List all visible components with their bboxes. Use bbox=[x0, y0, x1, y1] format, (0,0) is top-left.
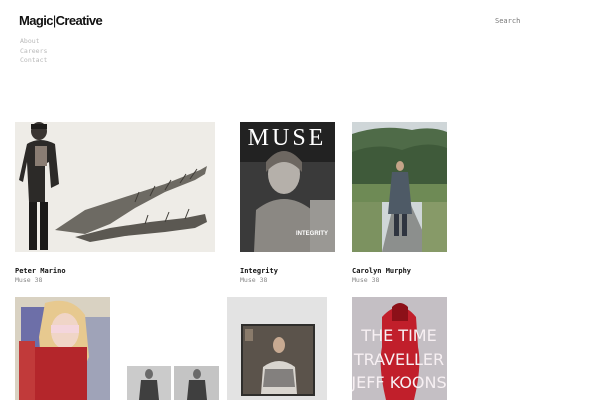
tile-subtitle: Muse 38 bbox=[15, 276, 43, 284]
portfolio-tile-integrity[interactable]: MUSE INTEGRITY bbox=[240, 122, 335, 252]
cover-masthead: MUSE bbox=[248, 125, 327, 151]
portfolio-tile-prints[interactable] bbox=[127, 366, 219, 400]
nav-link-about[interactable]: About bbox=[20, 37, 47, 47]
tile-image bbox=[227, 297, 327, 400]
main-nav: About Careers Contact bbox=[20, 37, 47, 66]
portfolio-tile-framed[interactable] bbox=[227, 297, 327, 400]
logo-text-magic: Magic bbox=[19, 13, 53, 28]
tile-image bbox=[127, 366, 219, 400]
tile-image: MUSE INTEGRITY bbox=[240, 122, 335, 252]
tile-image bbox=[352, 122, 447, 252]
cover-headline: INTEGRITY bbox=[296, 231, 328, 237]
tile-image: THE TIME TRAVELLER JEFF KOONS bbox=[352, 297, 447, 400]
tile-subtitle: Muse 38 bbox=[240, 276, 268, 284]
portfolio-tile-peter-marino[interactable] bbox=[15, 122, 215, 252]
poster-line-3: JEFF KOONS bbox=[352, 373, 447, 392]
tile-subtitle: Muse 38 bbox=[352, 276, 380, 284]
site-logo[interactable]: Magic|Creative bbox=[19, 13, 103, 28]
portfolio-tile-collage[interactable] bbox=[15, 297, 110, 400]
portfolio-tile-time-traveller[interactable]: THE TIME TRAVELLER JEFF KOONS bbox=[352, 297, 447, 400]
poster-line-1: THE TIME bbox=[360, 326, 436, 345]
tile-title[interactable]: Integrity bbox=[240, 267, 278, 275]
nav-link-contact[interactable]: Contact bbox=[20, 56, 47, 66]
tile-title[interactable]: Carolyn Murphy bbox=[352, 267, 411, 275]
tile-image bbox=[15, 297, 110, 400]
nav-link-careers[interactable]: Careers bbox=[20, 47, 47, 57]
portfolio-tile-carolyn-murphy[interactable] bbox=[352, 122, 447, 252]
poster-line-2: TRAVELLER bbox=[353, 350, 444, 369]
tile-title[interactable]: Peter Marino bbox=[15, 267, 66, 275]
logo-text-creative: Creative bbox=[55, 13, 103, 28]
tile-image bbox=[15, 122, 215, 252]
search-link[interactable]: Search bbox=[495, 17, 520, 25]
